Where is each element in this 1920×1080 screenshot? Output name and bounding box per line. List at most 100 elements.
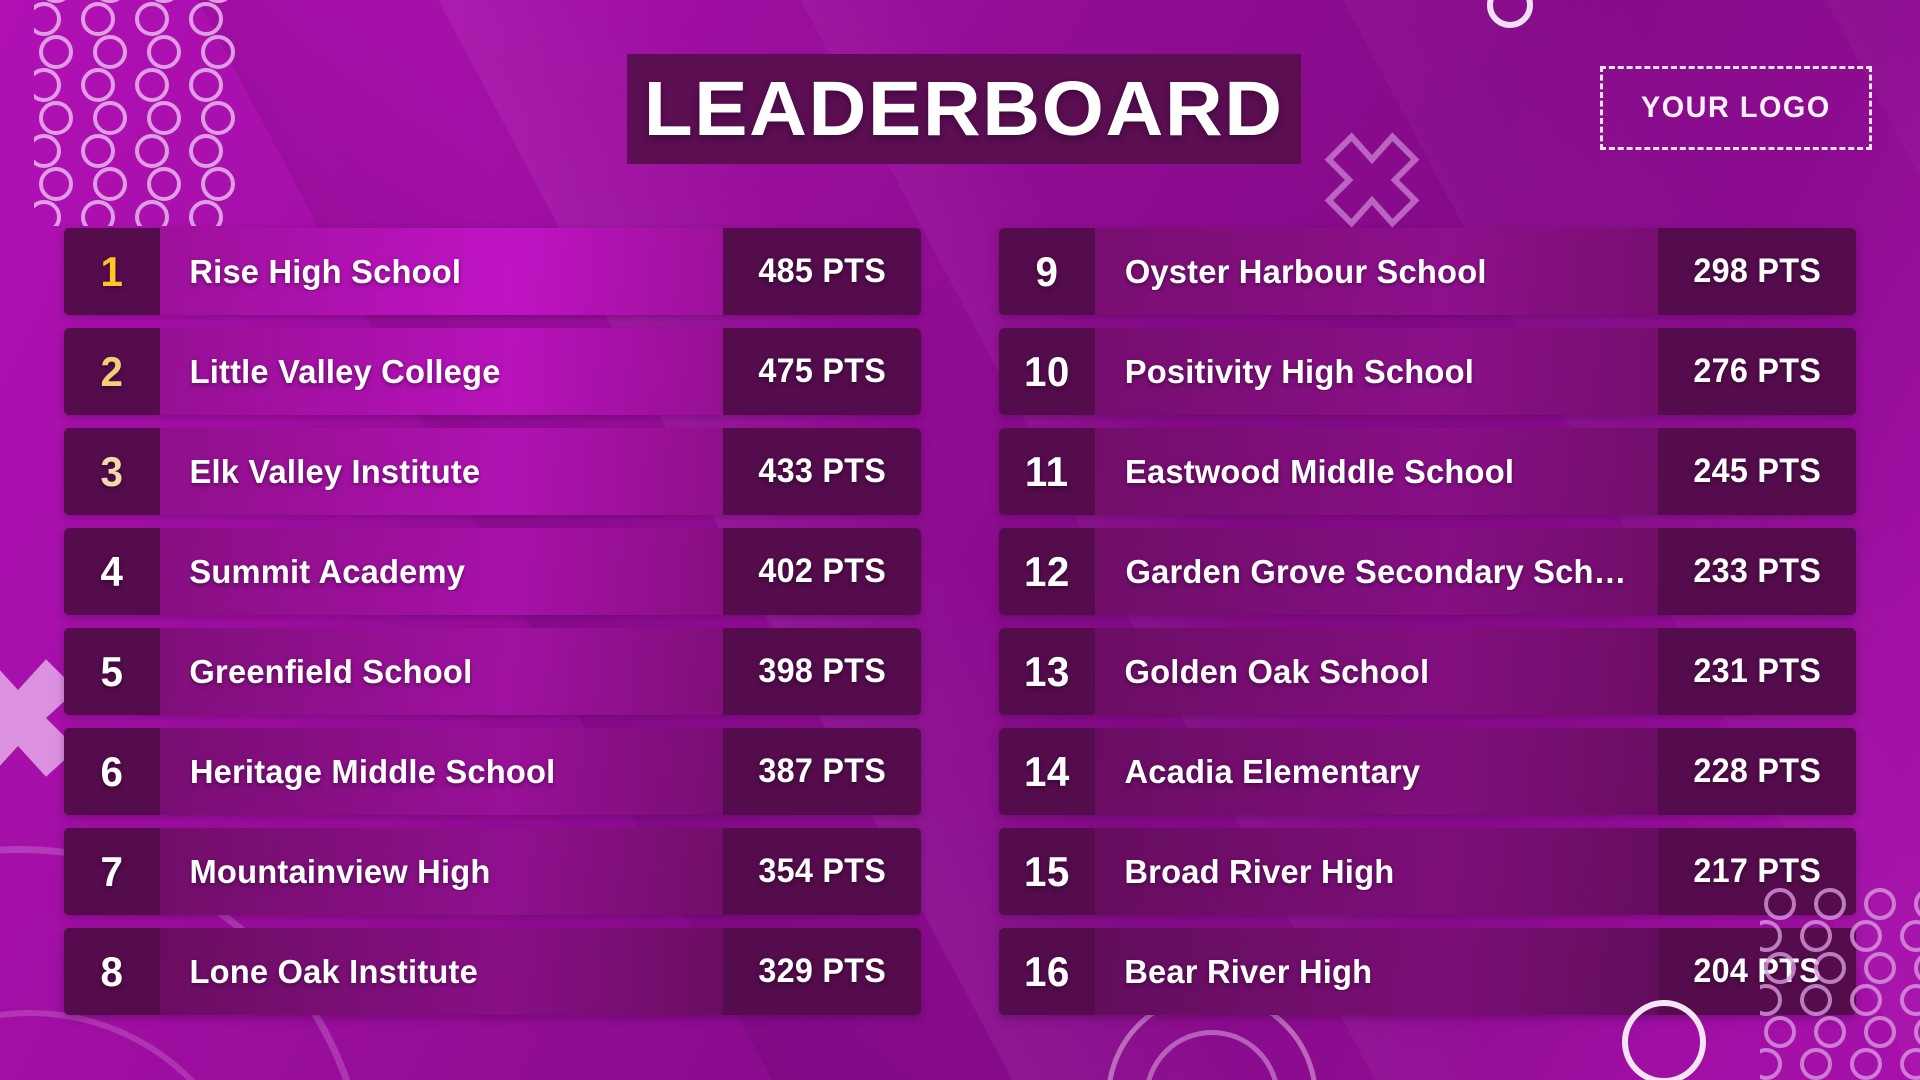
points-cell: 433 PTS xyxy=(723,428,921,515)
ring-decoration-bottom-center xyxy=(1144,1030,1280,1080)
points-value: 217 PTS xyxy=(1693,852,1821,890)
rank-number: 1 xyxy=(100,247,124,295)
leaderboard-poster: LEADERBOARD YOUR LOGO 1 Rise High School 4… xyxy=(0,0,1920,1080)
leaderboard-row[interactable]: 2 Little Valley College 475 PTS xyxy=(64,328,921,415)
school-name-cell: Rise High School xyxy=(160,228,723,315)
points-value: 329 PTS xyxy=(758,952,886,990)
school-name: Greenfield School xyxy=(189,652,473,690)
rank-number: 13 xyxy=(1024,647,1070,695)
leaderboard-row[interactable]: 5 Greenfield School 398 PTS xyxy=(64,628,921,715)
school-name-cell: Greenfield School xyxy=(160,628,723,715)
points-cell: 354 PTS xyxy=(723,828,921,915)
school-name-cell: Little Valley College xyxy=(160,328,723,415)
school-name-cell: Heritage Middle School xyxy=(160,728,723,815)
school-name: Acadia Elementary xyxy=(1124,752,1421,790)
leaderboard-row[interactable]: 11 Eastwood Middle School 245 PTS xyxy=(999,428,1856,515)
rank-cell: 16 xyxy=(999,928,1095,1015)
rank-number: 11 xyxy=(1025,447,1069,495)
rank-number: 3 xyxy=(100,447,124,495)
school-name-cell: Positivity High School xyxy=(1095,328,1658,415)
school-name-cell: Lone Oak Institute xyxy=(160,928,723,1015)
leaderboard-row[interactable]: 10 Positivity High School 276 PTS xyxy=(999,328,1856,415)
rank-number: 4 xyxy=(100,547,124,595)
rank-cell: 13 xyxy=(999,628,1095,715)
leaderboard-row[interactable]: 13 Golden Oak School 231 PTS xyxy=(999,628,1856,715)
school-name-cell: Oyster Harbour School xyxy=(1095,228,1658,315)
points-cell: 204 PTS xyxy=(1658,928,1856,1015)
logo-placeholder-label: YOUR LOGO xyxy=(1641,91,1831,124)
rank-number: 15 xyxy=(1024,847,1070,895)
points-cell: 398 PTS xyxy=(723,628,921,715)
leaderboard-row[interactable]: 9 Oyster Harbour School 298 PTS xyxy=(999,228,1856,315)
rank-number: 9 xyxy=(1035,247,1059,295)
school-name: Elk Valley Institute xyxy=(189,452,481,490)
points-value: 204 PTS xyxy=(1693,952,1821,990)
points-value: 475 PTS xyxy=(758,352,886,390)
rank-number: 14 xyxy=(1024,747,1070,795)
points-value: 228 PTS xyxy=(1693,752,1821,790)
points-cell: 233 PTS xyxy=(1658,528,1856,615)
rank-cell: 6 xyxy=(64,728,160,815)
points-value: 276 PTS xyxy=(1693,352,1821,390)
points-value: 485 PTS xyxy=(758,252,886,290)
rank-cell: 7 xyxy=(64,828,160,915)
logo-placeholder-box[interactable]: YOUR LOGO xyxy=(1600,66,1872,150)
leaderboard-row[interactable]: 1 Rise High School 485 PTS xyxy=(64,228,921,315)
points-value: 354 PTS xyxy=(758,852,886,890)
school-name: Rise High School xyxy=(189,252,462,290)
rank-cell: 8 xyxy=(64,928,160,1015)
points-cell: 228 PTS xyxy=(1658,728,1856,815)
points-cell: 245 PTS xyxy=(1658,428,1856,515)
rank-number: 6 xyxy=(100,747,124,795)
points-cell: 485 PTS xyxy=(723,228,921,315)
leaderboard-row[interactable]: 16 Bear River High 204 PTS xyxy=(999,928,1856,1015)
points-cell: 298 PTS xyxy=(1658,228,1856,315)
school-name-cell: Acadia Elementary xyxy=(1095,728,1658,815)
leaderboard-column-right: 9 Oyster Harbour School 298 PTS 10 Positivit… xyxy=(999,228,1856,1028)
rank-number: 12 xyxy=(1024,547,1070,595)
school-name: Bear River High xyxy=(1124,952,1373,990)
page-title: LEADERBOARD xyxy=(643,65,1285,152)
points-value: 398 PTS xyxy=(758,652,886,690)
leaderboard-row[interactable]: 7 Mountainview High 354 PTS xyxy=(64,828,921,915)
leaderboard-row[interactable]: 3 Elk Valley Institute 433 PTS xyxy=(64,428,921,515)
rank-cell: 9 xyxy=(999,228,1095,315)
points-cell: 231 PTS xyxy=(1658,628,1856,715)
school-name: Lone Oak Institute xyxy=(189,952,479,990)
leaderboard-row[interactable]: 8 Lone Oak Institute 329 PTS xyxy=(64,928,921,1015)
leaderboard-column-left: 1 Rise High School 485 PTS 2 Little Valley C… xyxy=(64,228,921,1028)
rank-number: 8 xyxy=(100,947,124,995)
school-name: Mountainview High xyxy=(189,852,491,890)
school-name-cell: Eastwood Middle School xyxy=(1095,428,1658,515)
points-cell: 276 PTS xyxy=(1658,328,1856,415)
title-banner: LEADERBOARD xyxy=(627,54,1301,164)
school-name: Oyster Harbour School xyxy=(1124,252,1487,290)
leaderboard-row[interactable]: 12 Garden Grove Secondary Sch… 233 PTS xyxy=(999,528,1856,615)
leaderboard-row[interactable]: 14 Acadia Elementary 228 PTS xyxy=(999,728,1856,815)
school-name-cell: Mountainview High xyxy=(160,828,723,915)
rank-number: 7 xyxy=(100,847,124,895)
points-cell: 217 PTS xyxy=(1658,828,1856,915)
rank-cell: 4 xyxy=(64,528,160,615)
rank-cell: 12 xyxy=(999,528,1095,615)
poster-header: LEADERBOARD YOUR LOGO xyxy=(0,0,1920,228)
rank-number: 16 xyxy=(1024,947,1070,995)
points-cell: 402 PTS xyxy=(723,528,921,615)
leaderboard-row[interactable]: 4 Summit Academy 402 PTS xyxy=(64,528,921,615)
rank-cell: 14 xyxy=(999,728,1095,815)
school-name-cell: Garden Grove Secondary Sch… xyxy=(1095,528,1658,615)
cross-outline-icon xyxy=(1312,120,1432,240)
rank-number: 5 xyxy=(100,647,124,695)
leaderboard-row[interactable]: 15 Broad River High 217 PTS xyxy=(999,828,1856,915)
leaderboard-board: 1 Rise High School 485 PTS 2 Little Valley C… xyxy=(0,228,1920,1028)
points-cell: 329 PTS xyxy=(723,928,921,1015)
school-name: Summit Academy xyxy=(189,552,466,590)
rank-cell: 1 xyxy=(64,228,160,315)
school-name-cell: Bear River High xyxy=(1095,928,1658,1015)
rank-number: 2 xyxy=(100,347,124,395)
points-value: 387 PTS xyxy=(758,752,886,790)
school-name-cell: Broad River High xyxy=(1095,828,1658,915)
school-name: Eastwood Middle School xyxy=(1124,452,1515,490)
school-name: Golden Oak School xyxy=(1124,652,1430,690)
leaderboard-row[interactable]: 6 Heritage Middle School 387 PTS xyxy=(64,728,921,815)
